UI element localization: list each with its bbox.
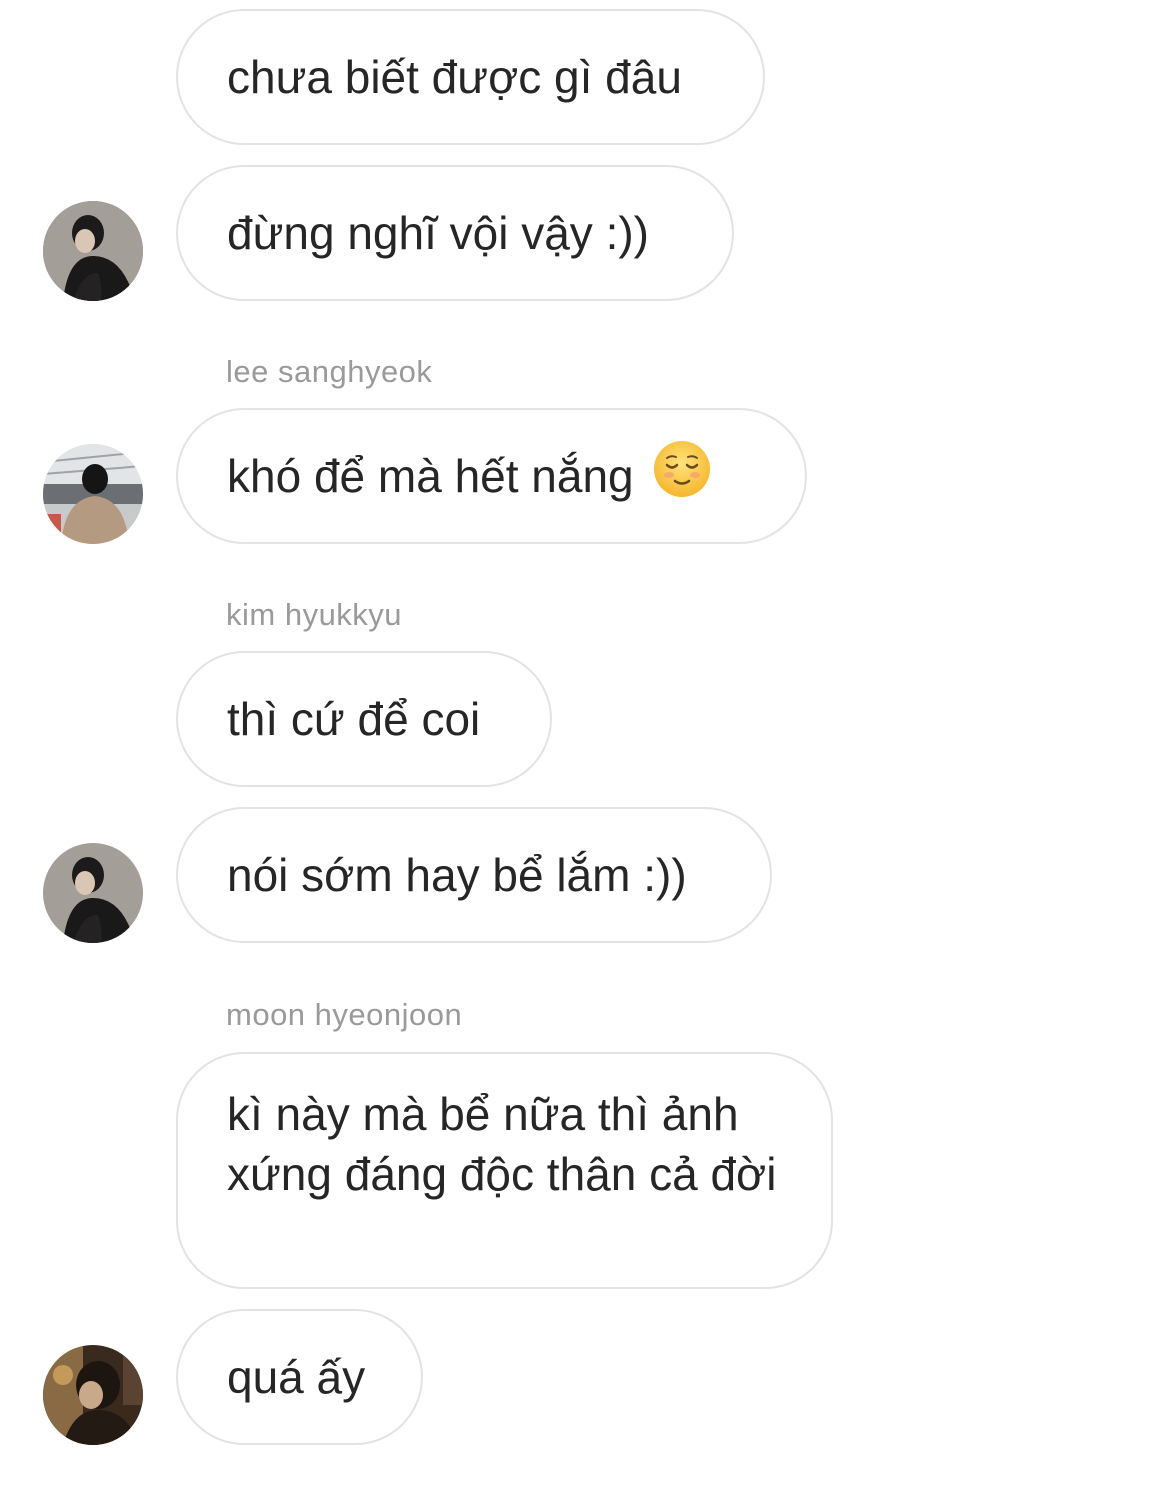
avatar-airport-icon (43, 444, 143, 544)
avatar-dark-jacket-icon (43, 201, 143, 301)
message-bubble[interactable]: nói sớm hay bể lắm :)) (176, 807, 772, 943)
avatar[interactable] (43, 843, 143, 943)
avatar-warm-toned-icon (43, 1345, 143, 1445)
message-bubble[interactable]: khó để mà hết nắng (176, 408, 807, 544)
relieved-face-icon (652, 439, 712, 513)
avatar[interactable] (43, 201, 143, 301)
message-bubble[interactable]: chưa biết được gì đâu (176, 9, 765, 145)
message-bubble[interactable]: quá ấy (176, 1309, 423, 1445)
avatar-dark-jacket-icon (43, 843, 143, 943)
message-bubble[interactable]: đừng nghĩ vội vậy :)) (176, 165, 734, 301)
sender-name: lee sanghyeok (226, 354, 433, 389)
message-bubble[interactable]: kì này mà bể nữa thì ảnh xứng đáng độc t… (176, 1052, 833, 1289)
message-text: đừng nghĩ vội vậy :)) (227, 207, 649, 259)
message-text: thì cứ để coi (227, 693, 481, 745)
message-text: chưa biết được gì đâu (227, 51, 682, 103)
message-bubble[interactable]: thì cứ để coi (176, 651, 552, 787)
sender-name: moon hyeonjoon (226, 997, 463, 1032)
message-text: kì này mà bể nữa thì ảnh xứng đáng độc t… (227, 1088, 777, 1200)
avatar[interactable] (43, 1345, 143, 1445)
message-text: khó để mà hết nắng (227, 450, 634, 502)
message-text: quá ấy (227, 1351, 366, 1403)
avatar[interactable] (43, 444, 143, 544)
sender-name: kim hyukkyu (226, 597, 403, 632)
message-text: nói sớm hay bể lắm :)) (227, 849, 687, 901)
